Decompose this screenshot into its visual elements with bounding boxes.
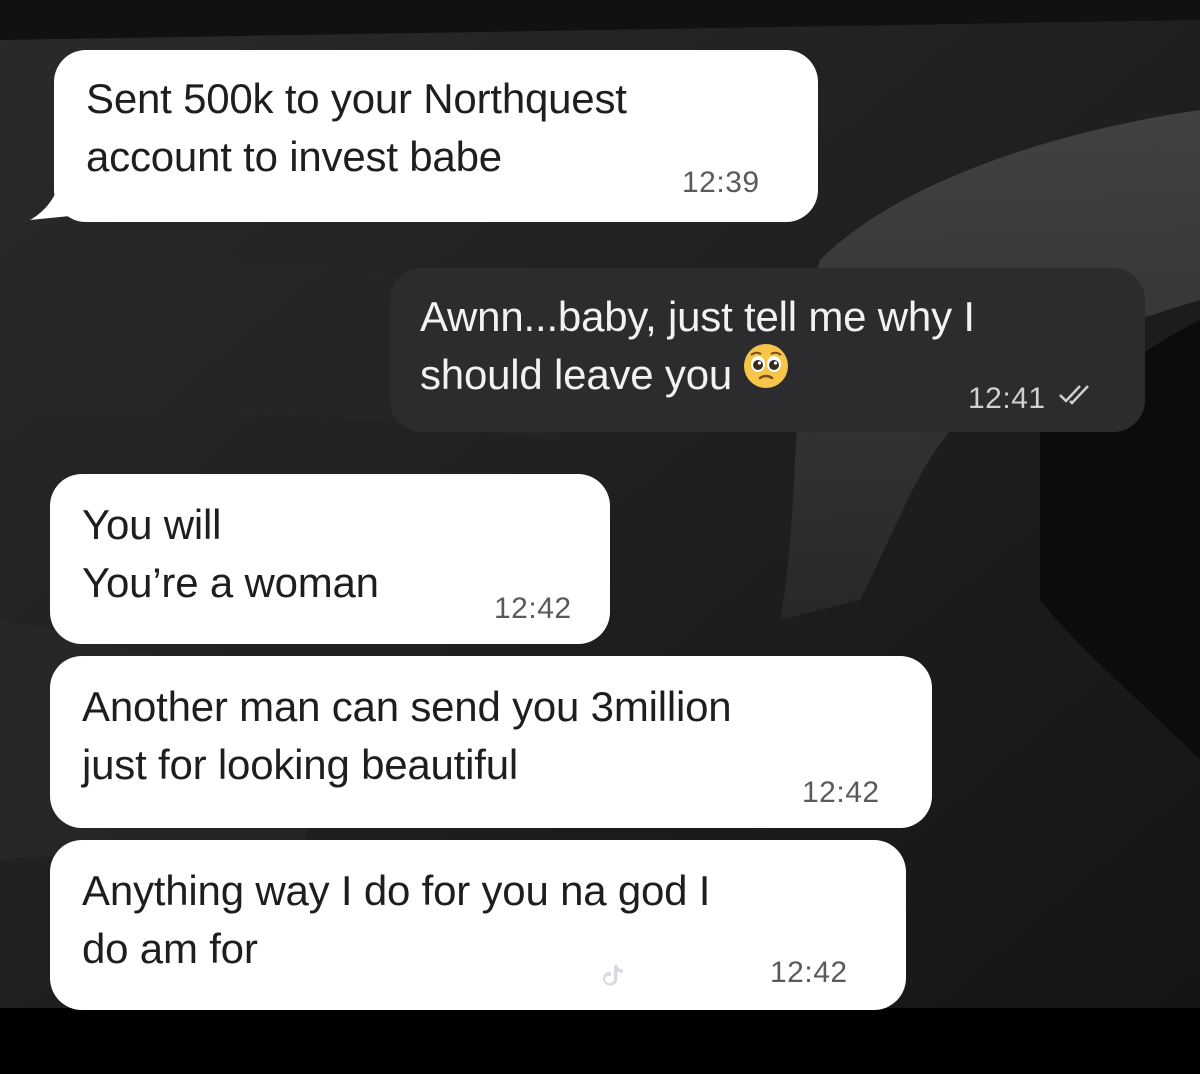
message-text-line: Awnn...baby, just tell me why I xyxy=(420,293,975,340)
message-text-line: should leave you xyxy=(420,351,733,398)
message-timestamp: 12:41 xyxy=(968,382,1046,415)
message-bubble-incoming[interactable]: Another man can send you 3million just f… xyxy=(50,656,932,828)
message-bubble-incoming[interactable]: Anything way I do for you na god I do am… xyxy=(50,840,906,1010)
message-text-line: You will xyxy=(82,501,222,548)
message-bubble-incoming[interactable]: Sent 500k to your Northquest account to … xyxy=(54,50,818,222)
message-timestamp: 12:42 xyxy=(802,776,880,809)
message-text-line: Another man can send you 3million xyxy=(82,683,732,730)
message-bubble-incoming[interactable]: You will You’re a woman 12:42 xyxy=(50,474,610,644)
message-text-line: Anything way I do for you na god I xyxy=(82,867,711,914)
tiktok-icon xyxy=(603,965,623,986)
message-timestamp: 12:39 xyxy=(682,166,760,199)
message-text-line: Sent 500k to your Northquest xyxy=(86,75,627,122)
tiktok-watermark xyxy=(600,958,626,989)
message-bubble-outgoing[interactable]: Awnn...baby, just tell me why I should l… xyxy=(390,268,1145,432)
message-timestamp: 12:42 xyxy=(494,592,572,625)
chat-screen: Sent 500k to your Northquest account to … xyxy=(0,0,1200,1074)
bottom-bar xyxy=(0,1008,1200,1074)
message-timestamp: 12:42 xyxy=(770,956,848,989)
message-timestamp-row: 12:41 xyxy=(968,384,1096,414)
double-check-icon xyxy=(1056,382,1096,412)
pleading-face-emoji xyxy=(742,342,790,405)
